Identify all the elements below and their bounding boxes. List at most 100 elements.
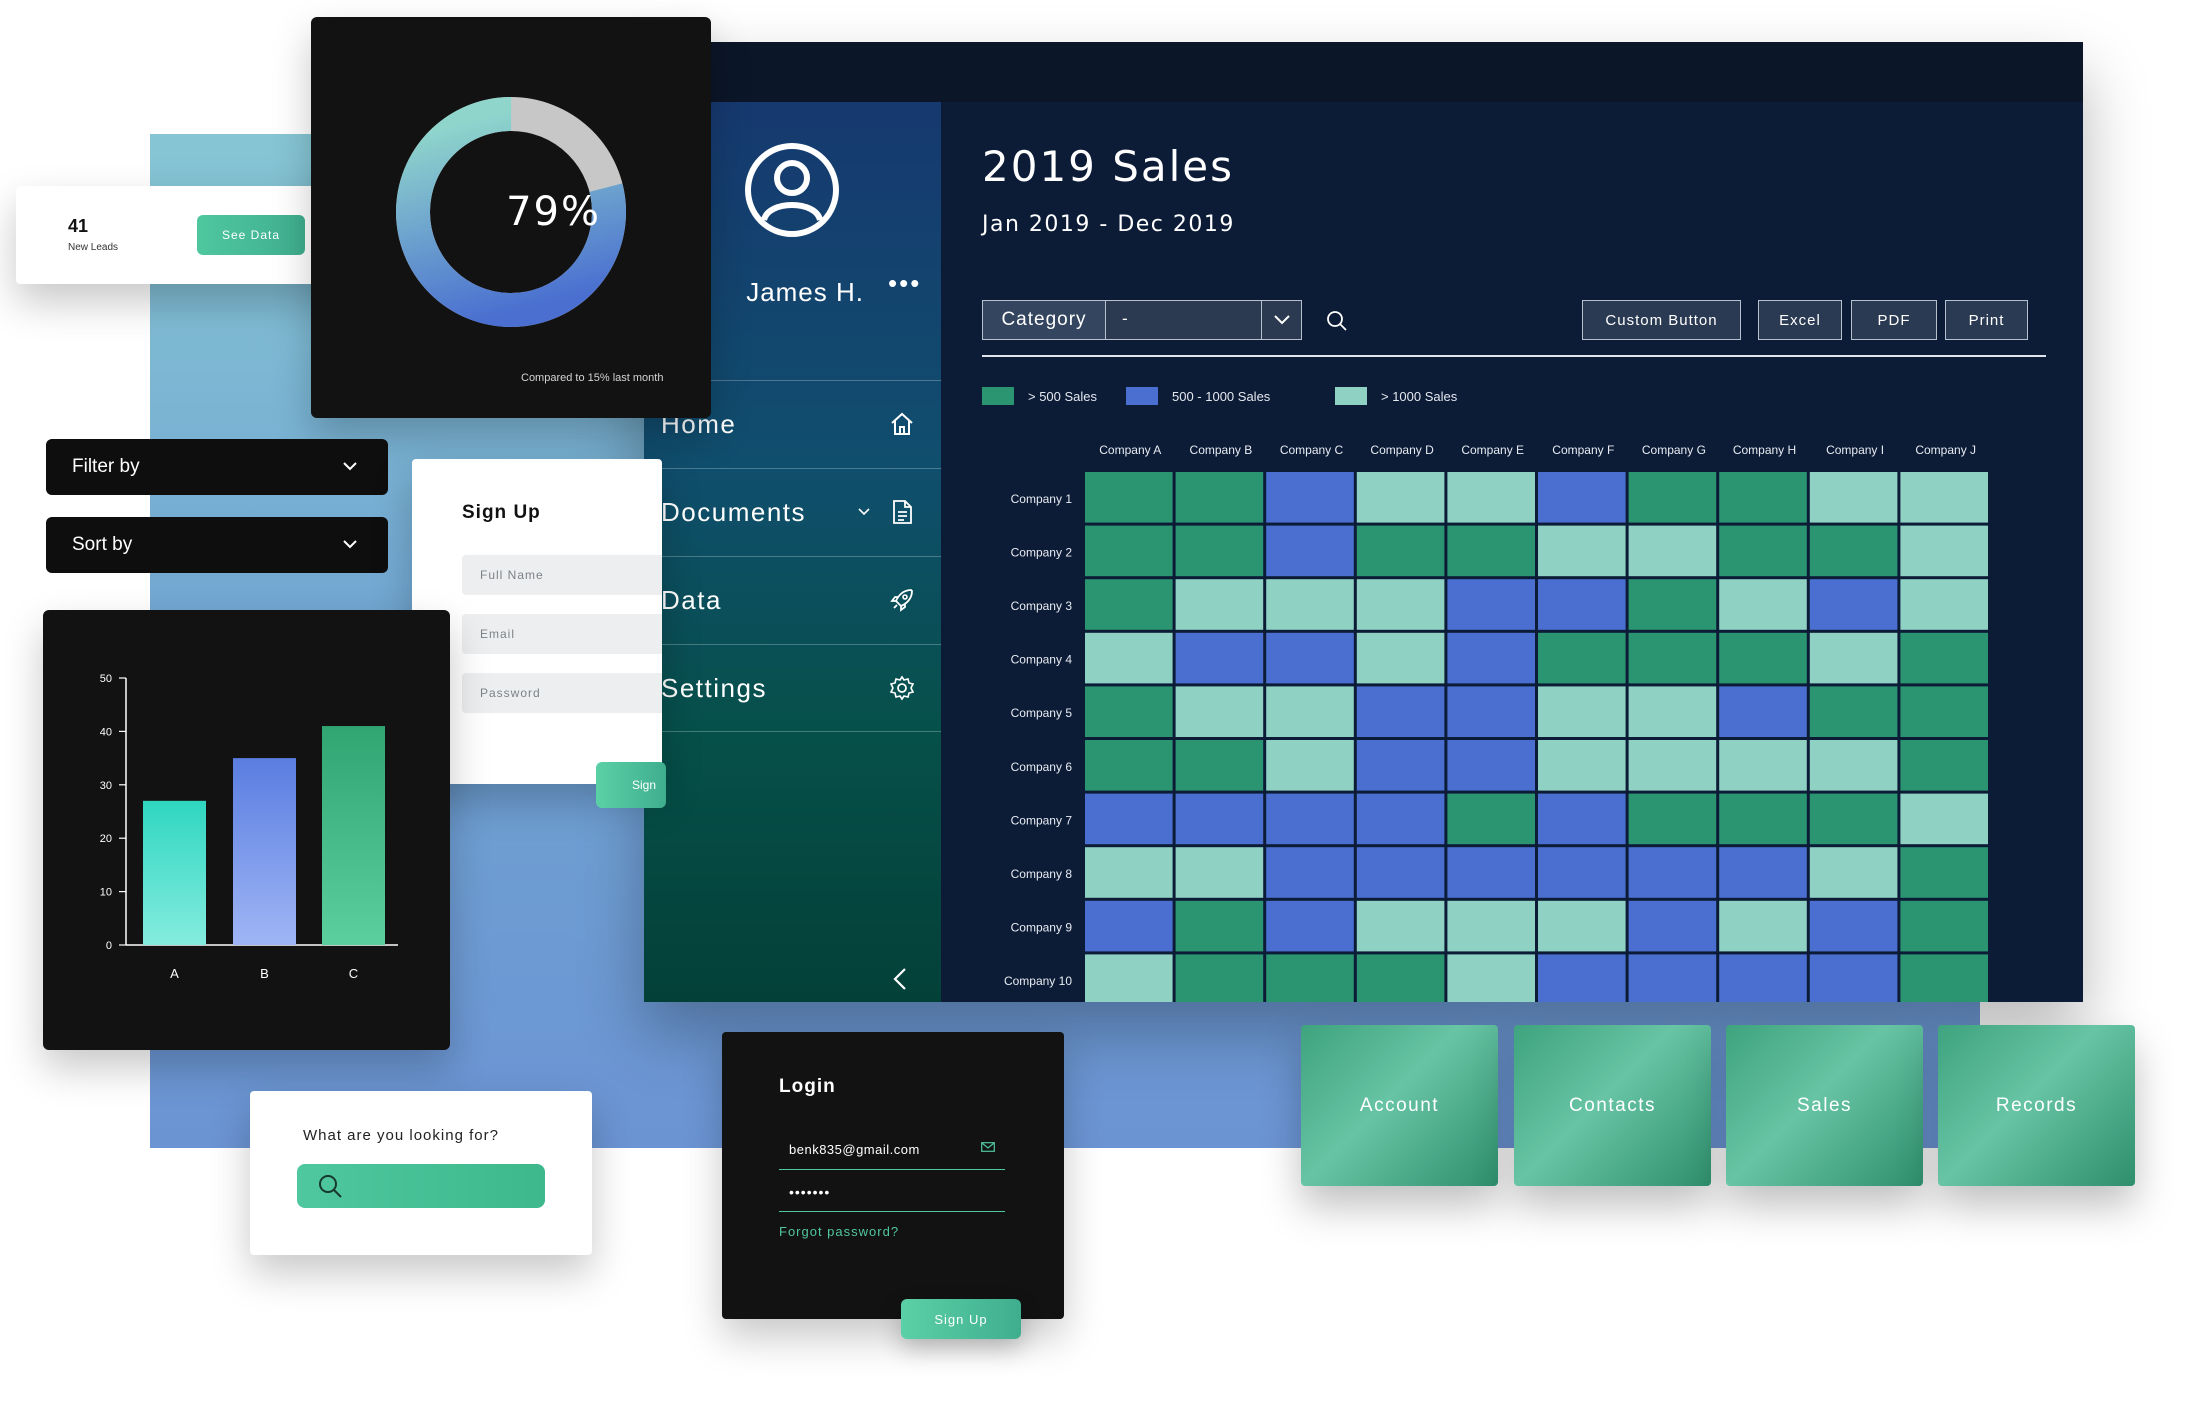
heatmap-cell[interactable] xyxy=(1719,740,1807,791)
heatmap-cell[interactable] xyxy=(1809,632,1898,684)
nav-item-settings[interactable]: Settings xyxy=(644,644,941,732)
heatmap-cell[interactable] xyxy=(1809,740,1898,791)
heatmap-cell[interactable] xyxy=(1175,793,1264,845)
tile-sales[interactable]: Sales xyxy=(1726,1025,1923,1186)
heatmap-cell[interactable] xyxy=(1266,740,1354,791)
heatmap-cell[interactable] xyxy=(1900,954,1988,1002)
nav-item-data[interactable]: Data xyxy=(644,556,941,644)
excel-button[interactable]: Excel xyxy=(1758,300,1842,340)
heatmap-cell[interactable] xyxy=(1356,686,1445,737)
heatmap-cell[interactable] xyxy=(1719,847,1807,898)
heatmap-cell[interactable] xyxy=(1628,525,1717,577)
heatmap-cell[interactable] xyxy=(1900,525,1988,577)
heatmap-cell[interactable] xyxy=(1447,847,1535,898)
login-signup-button[interactable]: Sign Up xyxy=(901,1299,1021,1339)
forgot-password-link[interactable]: Forgot password? xyxy=(779,1224,899,1239)
heatmap-cell[interactable] xyxy=(1085,472,1173,523)
heatmap-cell[interactable] xyxy=(1356,525,1445,577)
heatmap-cell[interactable] xyxy=(1356,954,1445,1002)
login-password-field[interactable]: ••••••• xyxy=(779,1178,1005,1212)
user-menu-button[interactable]: ••• xyxy=(888,268,921,299)
heatmap-cell[interactable] xyxy=(1447,793,1535,845)
heatmap-cell[interactable] xyxy=(1085,579,1173,630)
heatmap-cell[interactable] xyxy=(1809,954,1898,1002)
filter-dropdown[interactable]: Filter by xyxy=(46,439,388,495)
heatmap-cell[interactable] xyxy=(1900,579,1988,630)
heatmap-cell[interactable] xyxy=(1538,472,1626,523)
heatmap-cell[interactable] xyxy=(1447,740,1535,791)
heatmap-cell[interactable] xyxy=(1447,686,1535,737)
heatmap-cell[interactable] xyxy=(1085,900,1173,952)
full-name-field[interactable]: Full Name xyxy=(462,555,662,595)
heatmap-cell[interactable] xyxy=(1085,525,1173,577)
heatmap-cell[interactable] xyxy=(1719,579,1807,630)
heatmap-cell[interactable] xyxy=(1809,847,1898,898)
heatmap-cell[interactable] xyxy=(1266,954,1354,1002)
heatmap-cell[interactable] xyxy=(1175,740,1264,791)
heatmap-cell[interactable] xyxy=(1356,740,1445,791)
category-select[interactable]: Category - xyxy=(982,300,1302,340)
heatmap-cell[interactable] xyxy=(1538,954,1626,1002)
heatmap-cell[interactable] xyxy=(1175,900,1264,952)
category-dropdown-button[interactable] xyxy=(1261,301,1301,339)
heatmap-cell[interactable] xyxy=(1175,632,1264,684)
heatmap-cell[interactable] xyxy=(1809,525,1898,577)
custom-button[interactable]: Custom Button xyxy=(1582,300,1741,340)
heatmap-cell[interactable] xyxy=(1719,632,1807,684)
heatmap-cell[interactable] xyxy=(1538,740,1626,791)
user-avatar-icon[interactable] xyxy=(744,142,840,238)
heatmap-cell[interactable] xyxy=(1628,579,1717,630)
heatmap-cell[interactable] xyxy=(1628,954,1717,1002)
print-button[interactable]: Print xyxy=(1945,300,2028,340)
heatmap-cell[interactable] xyxy=(1719,525,1807,577)
heatmap-cell[interactable] xyxy=(1447,579,1535,630)
bar[interactable] xyxy=(143,800,206,945)
heatmap-cell[interactable] xyxy=(1085,632,1173,684)
password-field[interactable]: Password xyxy=(462,673,662,713)
heatmap-cell[interactable] xyxy=(1266,686,1354,737)
heatmap-cell[interactable] xyxy=(1900,686,1988,737)
heatmap-cell[interactable] xyxy=(1266,632,1354,684)
signup-button[interactable]: Sign Up xyxy=(596,762,666,808)
heatmap-cell[interactable] xyxy=(1266,472,1354,523)
heatmap-cell[interactable] xyxy=(1900,740,1988,791)
heatmap-cell[interactable] xyxy=(1175,954,1264,1002)
heatmap-cell[interactable] xyxy=(1085,954,1173,1002)
heatmap-cell[interactable] xyxy=(1809,579,1898,630)
heatmap-cell[interactable] xyxy=(1356,900,1445,952)
heatmap-cell[interactable] xyxy=(1719,954,1807,1002)
login-email-field[interactable]: benk835@gmail.com xyxy=(779,1136,1005,1170)
heatmap-cell[interactable] xyxy=(1628,472,1717,523)
tile-contacts[interactable]: Contacts xyxy=(1514,1025,1711,1186)
heatmap-cell[interactable] xyxy=(1719,472,1807,523)
heatmap-cell[interactable] xyxy=(1266,525,1354,577)
heatmap-cell[interactable] xyxy=(1900,632,1988,684)
heatmap-cell[interactable] xyxy=(1628,793,1717,845)
heatmap-cell[interactable] xyxy=(1085,686,1173,737)
heatmap-cell[interactable] xyxy=(1628,847,1717,898)
email-field[interactable]: Email xyxy=(462,614,662,654)
heatmap-cell[interactable] xyxy=(1447,632,1535,684)
tile-account[interactable]: Account xyxy=(1301,1025,1498,1186)
pdf-button[interactable]: PDF xyxy=(1851,300,1937,340)
heatmap-cell[interactable] xyxy=(1538,793,1626,845)
heatmap-cell[interactable] xyxy=(1356,472,1445,523)
search-input[interactable] xyxy=(297,1164,545,1208)
heatmap-cell[interactable] xyxy=(1266,847,1354,898)
chevron-down-icon[interactable] xyxy=(857,507,871,517)
heatmap-cell[interactable] xyxy=(1175,525,1264,577)
bar[interactable] xyxy=(233,758,296,945)
sort-dropdown[interactable]: Sort by xyxy=(46,517,388,573)
heatmap-cell[interactable] xyxy=(1538,579,1626,630)
heatmap-cell[interactable] xyxy=(1175,847,1264,898)
see-data-button[interactable]: See Data xyxy=(197,215,305,255)
heatmap-cell[interactable] xyxy=(1175,579,1264,630)
heatmap-cell[interactable] xyxy=(1085,740,1173,791)
heatmap-cell[interactable] xyxy=(1266,900,1354,952)
heatmap-cell[interactable] xyxy=(1809,793,1898,845)
heatmap-cell[interactable] xyxy=(1085,793,1173,845)
heatmap-cell[interactable] xyxy=(1719,793,1807,845)
tile-records[interactable]: Records xyxy=(1938,1025,2135,1186)
heatmap-cell[interactable] xyxy=(1628,900,1717,952)
heatmap-cell[interactable] xyxy=(1538,847,1626,898)
